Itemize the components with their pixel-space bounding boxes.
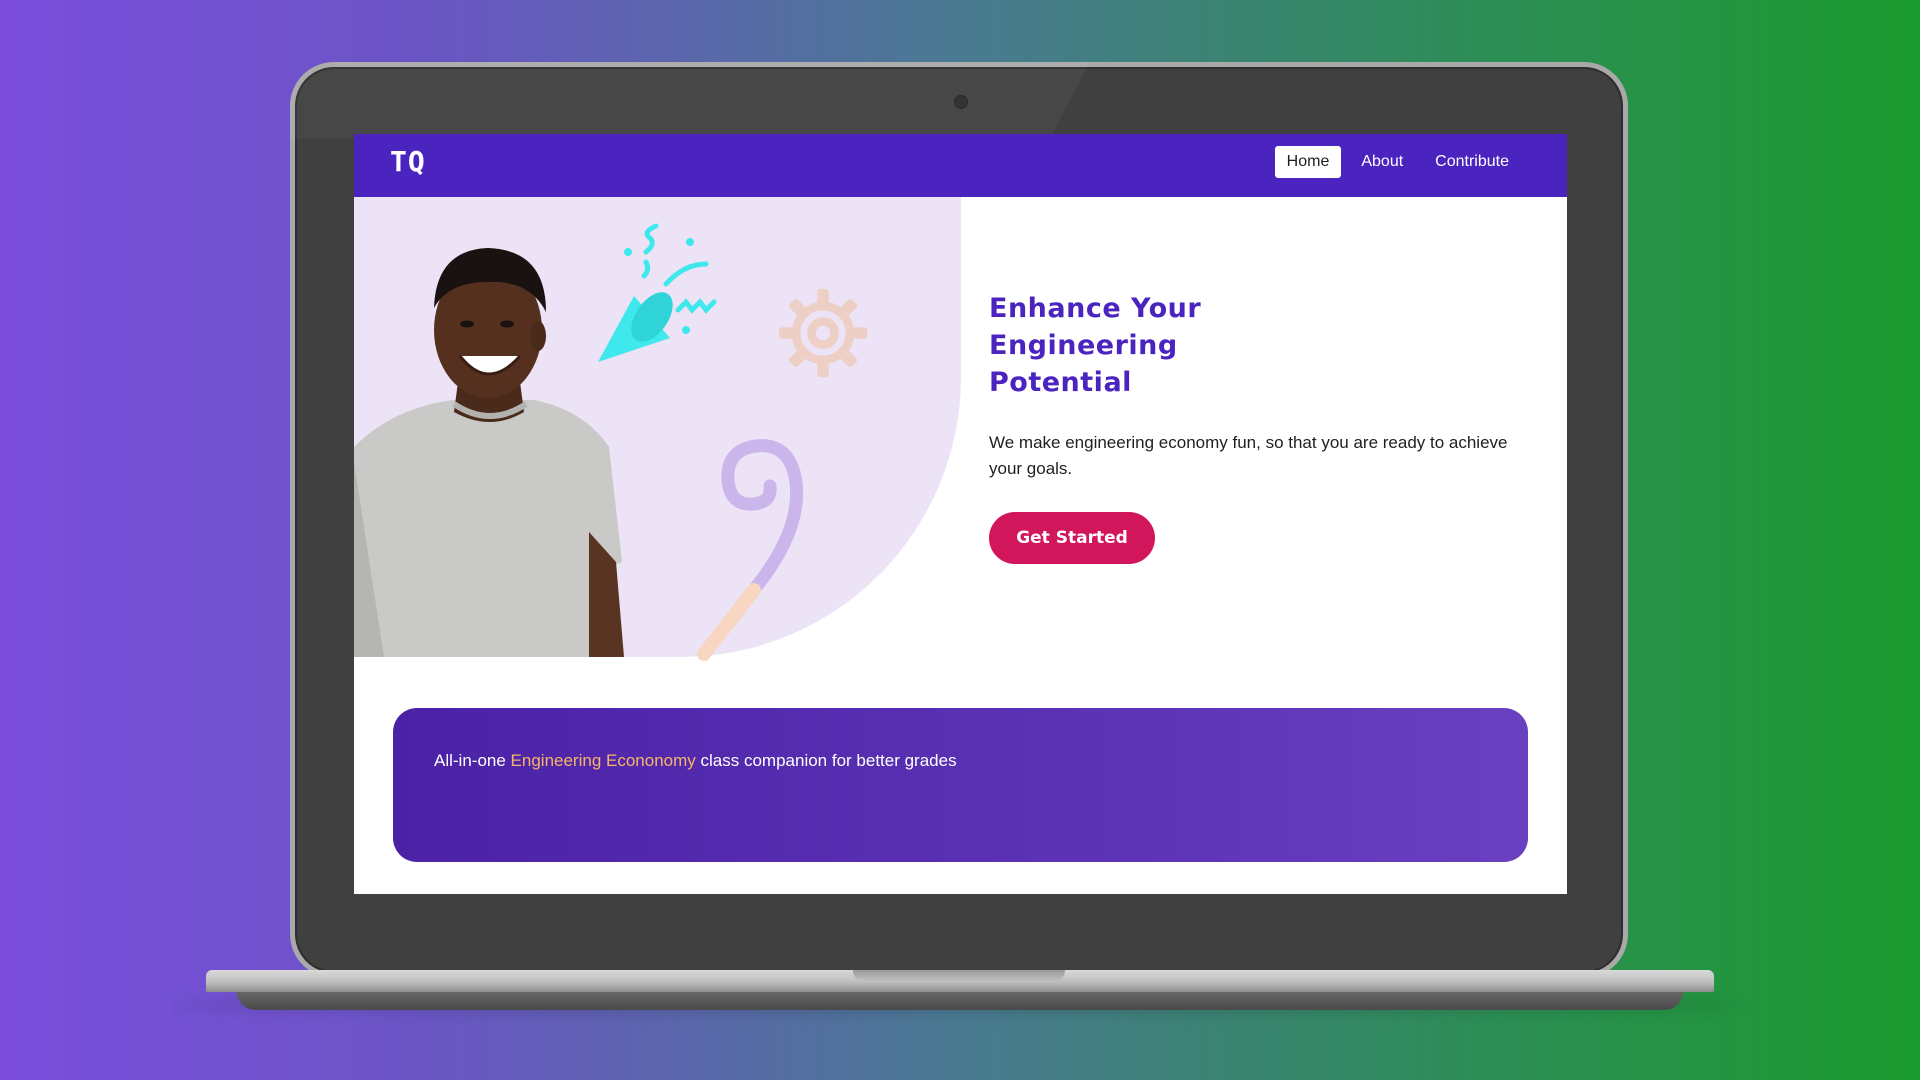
nav-links: Home About Contribute bbox=[1274, 146, 1521, 178]
gear-icon bbox=[778, 288, 868, 378]
hero-title: Enhance Your Engineering Potential bbox=[989, 290, 1349, 401]
webcam-icon bbox=[954, 95, 968, 109]
hero-title-line-1: Enhance Your bbox=[989, 293, 1202, 324]
person-photo bbox=[354, 248, 624, 657]
hero-title-line-3: Potential bbox=[989, 367, 1132, 398]
nav-about[interactable]: About bbox=[1349, 146, 1415, 178]
website-screen: TQ Home About Contribute Enhance Your En… bbox=[354, 134, 1567, 894]
banner-text: All-in-one Engineering Econonomy class c… bbox=[434, 748, 994, 774]
banner-highlight: Engineering Econonomy bbox=[510, 751, 696, 770]
nav-contribute[interactable]: Contribute bbox=[1423, 146, 1521, 178]
banner-text-after: class companion for better grades bbox=[695, 751, 957, 770]
screen-glare bbox=[290, 62, 1090, 138]
party-horn-icon bbox=[697, 439, 804, 661]
navbar: TQ Home About Contribute bbox=[354, 134, 1567, 197]
get-started-button[interactable]: Get Started bbox=[989, 512, 1155, 564]
nav-home[interactable]: Home bbox=[1274, 146, 1342, 178]
logo[interactable]: TQ bbox=[390, 145, 426, 178]
banner-text-before: All-in-one bbox=[434, 751, 511, 770]
feature-banner: All-in-one Engineering Econonomy class c… bbox=[393, 708, 1528, 862]
hero-title-line-2: Engineering bbox=[989, 330, 1178, 361]
laptop-base-bottom bbox=[236, 990, 1684, 1010]
laptop-notch bbox=[853, 970, 1065, 982]
hero-description: We make engineering economy fun, so that… bbox=[989, 433, 1508, 478]
